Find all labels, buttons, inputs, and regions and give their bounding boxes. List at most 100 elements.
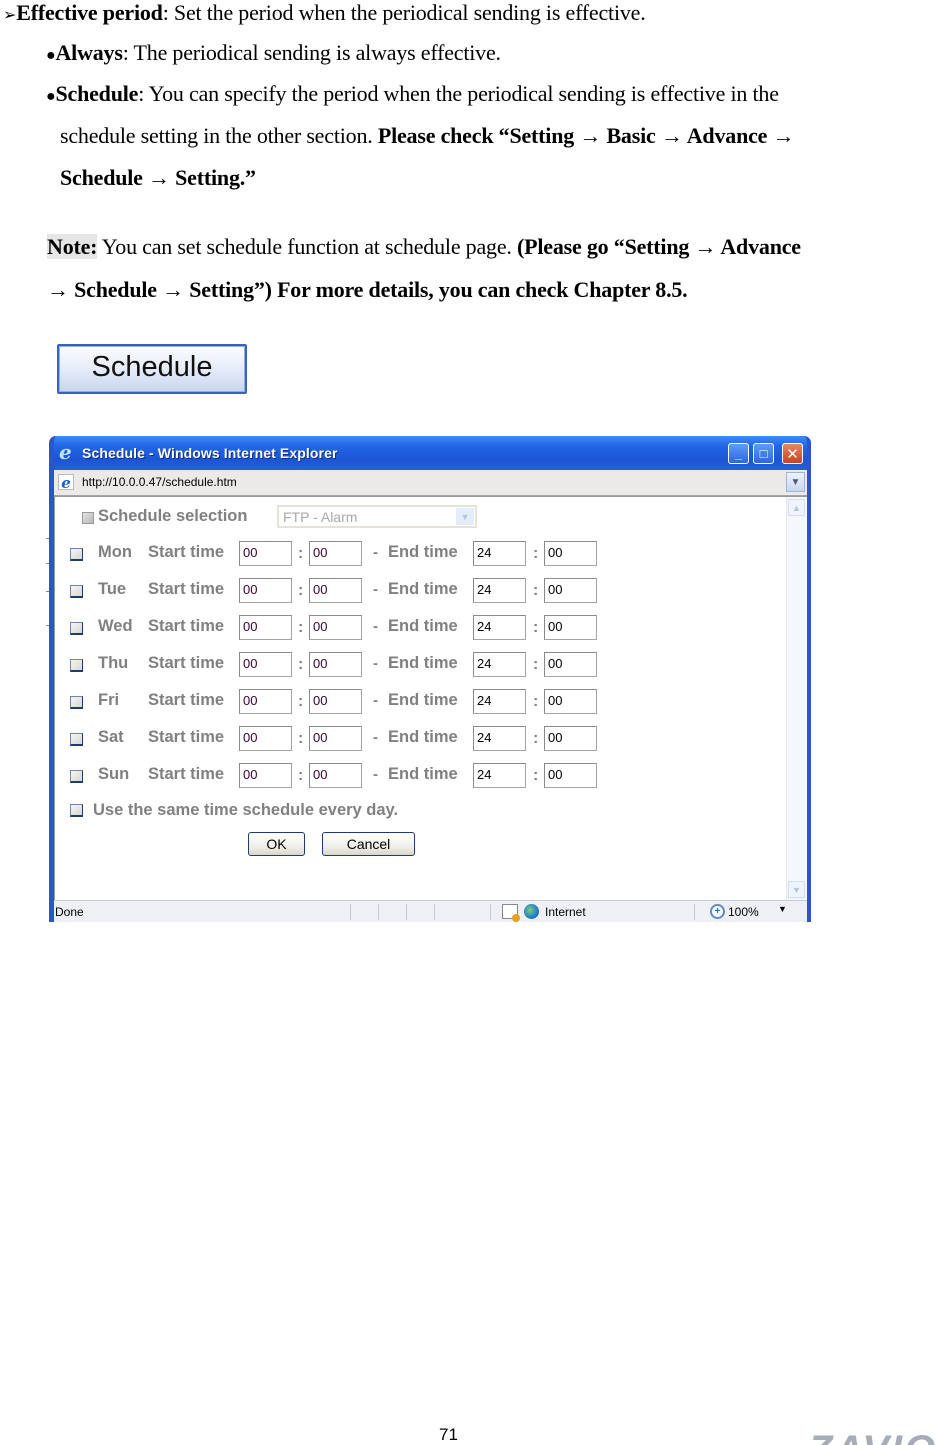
dash-separator: - [373,581,378,598]
start-minute-input[interactable]: 00 [309,615,362,640]
start-minute-input[interactable]: 00 [309,689,362,714]
start-hour-input[interactable]: 00 [239,763,292,788]
start-minute-input[interactable]: 00 [309,763,362,788]
colon-separator: : [298,656,304,673]
chevron-down-icon: ▼ [456,508,474,525]
schedule-button[interactable]: Schedule [57,344,247,394]
note-text: You can set schedule function at schedul… [97,234,518,259]
scroll-down-button[interactable]: ▼ [788,881,805,898]
zone-text: Internet [545,905,586,919]
popup-blocker-icon[interactable] [502,904,520,922]
end-time-label: End time [388,765,458,783]
zoom-dropdown-icon[interactable]: ▼ [778,904,787,914]
start-hour-input[interactable]: 00 [239,652,292,677]
end-hour-input[interactable]: 24 [473,689,526,714]
start-hour-input[interactable]: 00 [239,726,292,751]
schedule-text-2: schedule setting in the other section. [60,123,378,148]
title-bar[interactable]: e Schedule - Windows Internet Explorer _… [54,436,807,470]
same-schedule-checkbox[interactable] [70,804,83,817]
end-hour-input[interactable]: 24 [473,726,526,751]
end-minute-input[interactable]: 00 [544,689,597,714]
colon-separator: : [298,582,304,599]
start-hour-input[interactable]: 00 [239,541,292,566]
dash-separator: - [373,729,378,746]
schedule-path-1: Please check “Setting → Basic → Advance … [377,123,795,148]
day-label: Thu [98,654,129,672]
start-hour-input[interactable]: 00 [239,689,292,714]
colon-separator: : [533,545,539,562]
day-checkbox[interactable] [70,659,83,672]
cancel-button[interactable]: Cancel [322,832,415,856]
colon-separator: : [298,619,304,636]
day-checkbox[interactable] [70,585,83,598]
note-line2: → Schedule → Setting”) For more details,… [47,277,688,302]
minimize-button[interactable]: _ [728,443,749,464]
globe-icon [524,904,539,919]
end-hour-input[interactable]: 24 [473,541,526,566]
ok-button[interactable]: OK [248,832,305,856]
day-label: Mon [98,543,132,561]
address-url[interactable]: http://10.0.0.47/schedule.htm [82,475,237,489]
end-time-label: End time [388,691,458,709]
end-minute-input[interactable]: 00 [544,763,597,788]
brand-logo: ZAVIO [808,1430,937,1445]
start-time-label: Start time [148,617,225,635]
day-checkbox[interactable] [70,622,83,635]
day-label: Sun [98,765,130,783]
heading-text: : Set the period when the periodical sen… [162,0,646,25]
start-hour-input[interactable]: 00 [239,615,292,640]
dash-separator: - [373,544,378,561]
address-bar[interactable]: e http://10.0.0.47/schedule.htm ▼ [54,470,807,496]
start-minute-input[interactable]: 00 [309,726,362,751]
end-time-label: End time [388,543,458,561]
colon-separator: : [298,545,304,562]
same-schedule-label: Use the same time schedule every day. [93,801,399,819]
end-time-label: End time [388,580,458,598]
note-path-1: (Please go “Setting → Advance [517,234,801,259]
end-hour-input[interactable]: 24 [473,615,526,640]
end-minute-input[interactable]: 00 [544,578,597,603]
close-button[interactable]: ✕ [782,443,803,464]
schedule-path-2: Schedule → Setting.” [60,165,256,190]
maximize-button[interactable]: □ [753,443,774,464]
vertical-scrollbar[interactable]: ▲ ▼ [786,497,807,900]
start-minute-input[interactable]: 00 [309,578,362,603]
end-minute-input[interactable]: 00 [544,615,597,640]
colon-separator: : [533,767,539,784]
status-text: Done [55,905,84,919]
day-checkbox[interactable] [70,548,83,561]
schedule-item-line2: schedule setting in the other section. P… [60,123,795,149]
end-minute-input[interactable]: 00 [544,652,597,677]
ie-window: e Schedule - Windows Internet Explorer _… [49,436,811,922]
start-time-label: Start time [148,654,225,672]
end-hour-input[interactable]: 24 [473,578,526,603]
start-minute-input[interactable]: 00 [309,652,362,677]
address-dropdown-button[interactable]: ▼ [786,472,805,492]
window-title: Schedule - Windows Internet Explorer [82,445,338,461]
start-minute-input[interactable]: 00 [309,541,362,566]
heading-term: Effective period [16,0,163,25]
end-minute-input[interactable]: 00 [544,726,597,751]
start-time-label: Start time [148,543,225,561]
schedule-item-line1: ●Schedule: You can specify the period wh… [46,81,779,110]
end-hour-input[interactable]: 24 [473,763,526,788]
ie-logo-icon: e [59,440,72,464]
zoom-icon[interactable]: + [710,904,725,919]
zoom-level[interactable]: 100% [728,905,759,919]
schedule-text: : You can specify the period when the pe… [138,81,779,106]
dash-separator: - [373,766,378,783]
start-time-label: Start time [148,765,225,783]
end-hour-input[interactable]: 24 [473,652,526,677]
day-checkbox[interactable] [70,696,83,709]
day-checkbox[interactable] [70,733,83,746]
page-content: Schedule selection FTP - Alarm ▼ Mon Star… [54,496,807,900]
effective-period-heading: ➢Effective period: Set the period when t… [3,0,646,29]
always-term: Always [55,40,123,65]
schedule-selection-select[interactable]: FTP - Alarm ▼ [277,505,477,528]
always-text: : The periodical sending is always effec… [122,40,501,65]
end-minute-input[interactable]: 00 [544,541,597,566]
start-hour-input[interactable]: 00 [239,578,292,603]
day-checkbox[interactable] [70,770,83,783]
note-label: Note: [47,234,98,259]
scroll-up-button[interactable]: ▲ [788,499,805,516]
